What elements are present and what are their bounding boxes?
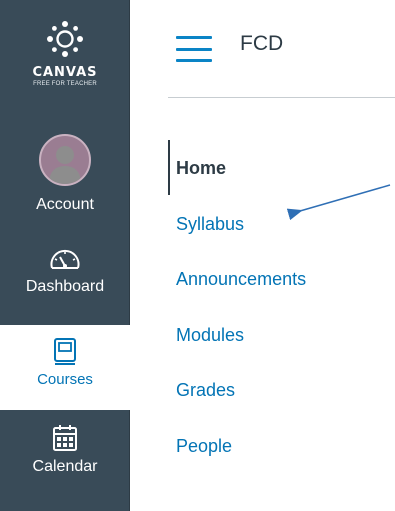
annotation-arrow (286, 184, 391, 221)
